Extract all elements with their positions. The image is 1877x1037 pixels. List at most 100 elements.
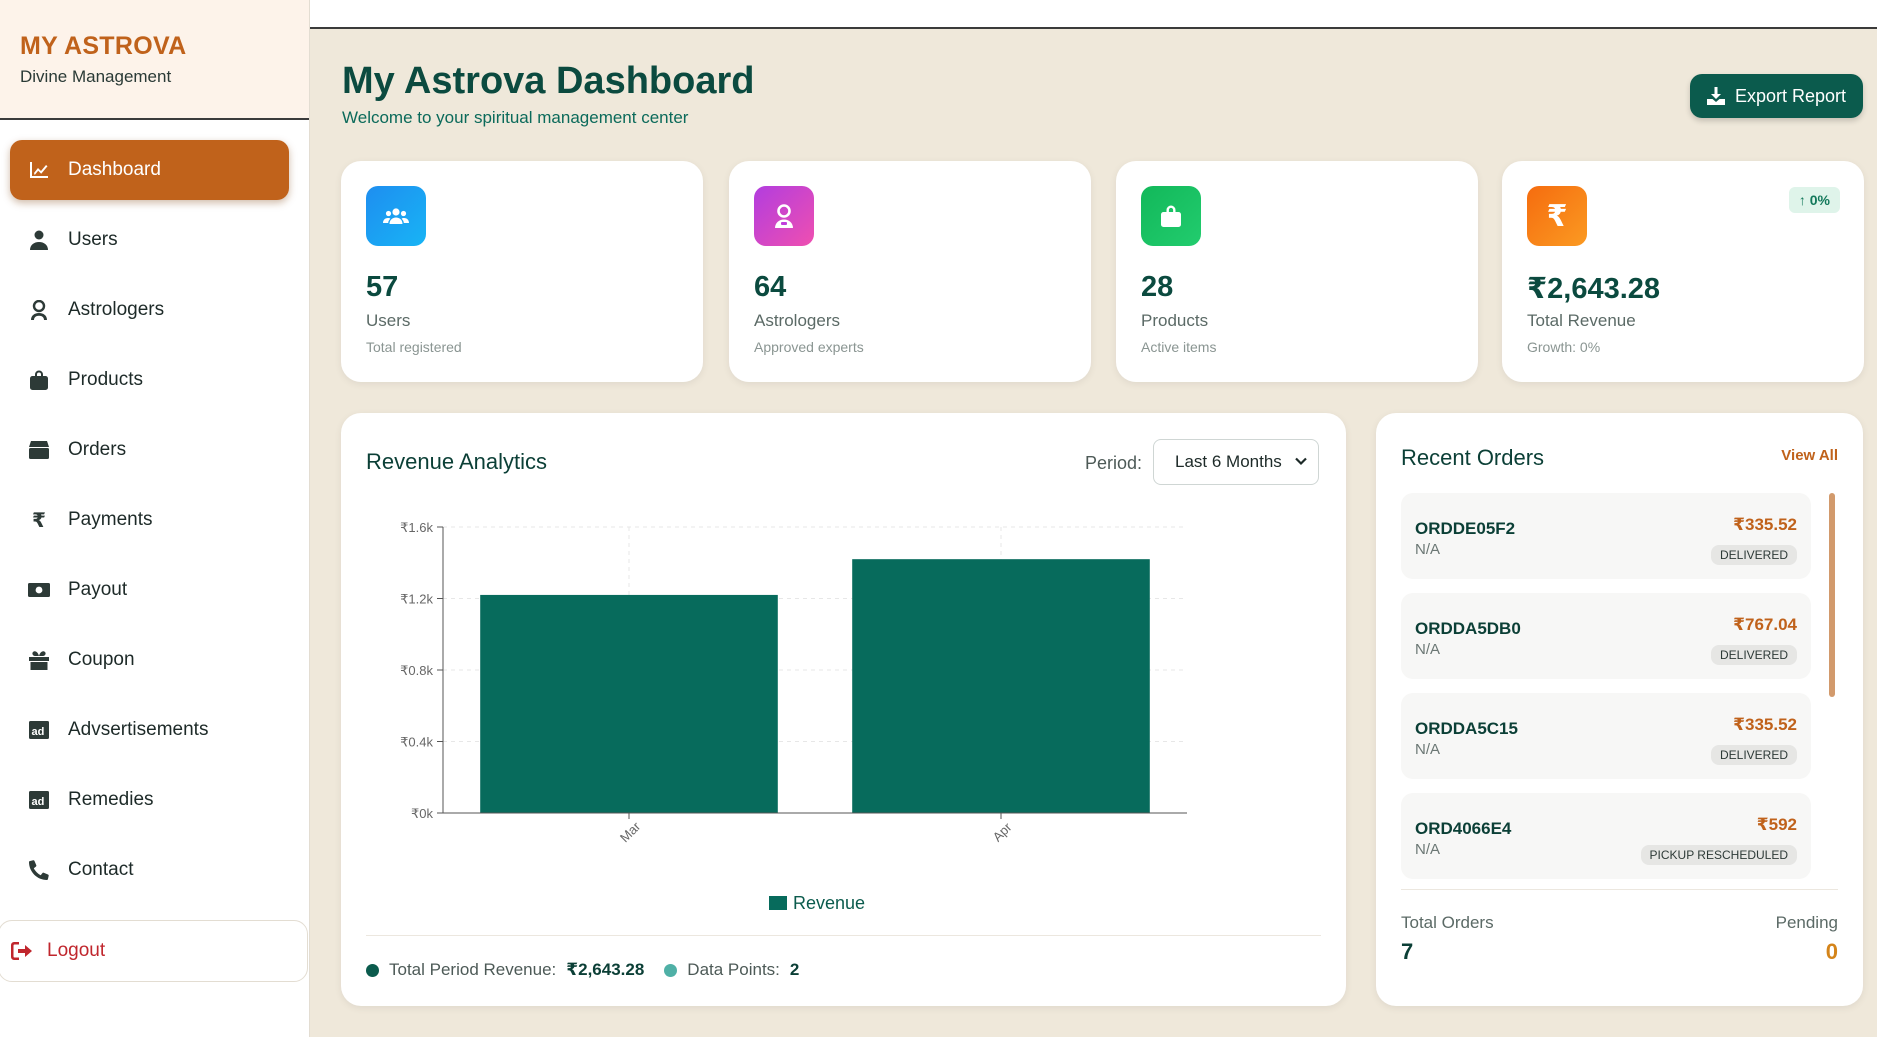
sidebar-item-orders[interactable]: Orders	[10, 420, 289, 480]
sidebar-nav: Dashboard Users Astrologers Products Ord…	[0, 120, 309, 900]
ad-icon: ad	[28, 789, 50, 811]
stat-label: Total Revenue	[1527, 311, 1636, 330]
sidebar-item-advertisements[interactable]: ad Advsertisements	[10, 700, 289, 760]
stat-card-revenue: ₹ ↑ 0% ₹2,643.28 Total Revenue Growth: 0…	[1502, 161, 1864, 382]
order-row[interactable]: ORD4066E4 N/A ₹592 PICKUP RESCHEDULED	[1401, 793, 1811, 879]
export-report-label: Export Report	[1734, 85, 1847, 106]
shopping-bag-icon	[28, 369, 50, 391]
sidebar-item-label: Dashboard	[68, 159, 161, 180]
shopping-bag-icon	[1141, 186, 1201, 246]
sidebar-item-dashboard[interactable]: Dashboard	[10, 140, 289, 200]
sidebar-item-label: Astrologers	[68, 299, 165, 320]
sidebar-item-astrologers[interactable]: Astrologers	[10, 280, 289, 340]
order-customer: N/A	[1415, 641, 1441, 658]
phone-icon	[28, 859, 50, 881]
y-tick-label: ₹1.2k	[400, 592, 433, 607]
stat-value: 57	[366, 271, 399, 303]
sidebar-item-label: Contact	[68, 859, 134, 880]
stat-subtext: Growth: 0%	[1527, 339, 1601, 355]
y-tick-label: ₹0.4k	[400, 735, 433, 750]
revenue-bar-chart: ₹0k ₹0.4k ₹0.8k ₹1.2k ₹1.6k Mar Apr Revenue	[400, 520, 1187, 913]
order-status-badge: DELIVERED	[1710, 745, 1797, 765]
legend-swatch	[769, 896, 787, 910]
x-tick-label: Apr	[990, 819, 1015, 844]
order-customer: N/A	[1415, 541, 1441, 558]
stat-card-users: 57 Users Total registered	[341, 161, 703, 382]
total-period-value: ₹2,643.28	[566, 960, 645, 979]
sidebar-item-label: Remedies	[68, 789, 154, 810]
view-all-link[interactable]: View All	[1781, 447, 1838, 464]
sidebar-item-payout[interactable]: Payout	[10, 560, 289, 620]
sidebar-item-products[interactable]: Products	[10, 350, 289, 410]
orders-scrollbar[interactable]	[1829, 493, 1835, 697]
order-amount: ₹592	[1756, 815, 1797, 834]
brand-subtitle: Divine Management	[20, 67, 172, 86]
order-row[interactable]: ORDDA5DB0 N/A ₹767.04 DELIVERED	[1401, 593, 1811, 679]
money-bill-icon	[28, 579, 50, 601]
sidebar-item-coupon[interactable]: Coupon	[10, 630, 289, 690]
stat-label: Users	[366, 311, 411, 330]
period-select[interactable]: Last 6 Months	[1153, 439, 1319, 485]
sidebar-item-label: Advsertisements	[68, 719, 209, 740]
order-id: ORDDE05F2	[1415, 519, 1516, 538]
order-status-badge: PICKUP RESCHEDULED	[1640, 845, 1797, 865]
logout-button[interactable]: Logout	[0, 920, 308, 982]
order-status-badge: DELIVERED	[1710, 645, 1797, 665]
chart-line-icon	[28, 159, 50, 181]
svg-text:ad: ad	[32, 726, 45, 738]
brand-header: MY ASTROVA Divine Management	[0, 0, 309, 120]
rupee-icon: ₹	[1527, 186, 1587, 246]
stat-label: Astrologers	[754, 311, 840, 330]
sidebar-item-users[interactable]: Users	[10, 210, 289, 270]
data-points-value: 2	[789, 960, 800, 979]
order-id: ORD4066E4	[1415, 819, 1512, 838]
sidebar-item-label: Payments	[68, 509, 153, 530]
sidebar-item-label: Users	[68, 229, 118, 250]
stat-subtext: Active items	[1141, 339, 1217, 355]
order-id: ORDDA5C15	[1415, 719, 1518, 738]
stat-value: ₹2,643.28	[1527, 273, 1661, 305]
order-status-badge: DELIVERED	[1710, 545, 1797, 565]
logout-label: Logout	[47, 940, 106, 961]
sidebar-item-payments[interactable]: ₹ Payments	[10, 490, 289, 550]
top-bar	[310, 0, 1877, 29]
pending-value: 0	[1825, 939, 1838, 964]
stat-value: 64	[754, 271, 787, 303]
sidebar-item-label: Orders	[68, 439, 127, 460]
order-row[interactable]: ORDDE05F2 N/A ₹335.52 DELIVERED	[1401, 493, 1811, 579]
recent-orders-title: Recent Orders	[1401, 445, 1545, 470]
stat-subtext: Total registered	[366, 339, 462, 355]
users-icon	[366, 186, 426, 246]
brand-title: MY ASTROVA	[20, 32, 187, 60]
total-dot	[366, 963, 379, 977]
order-amount: ₹335.52	[1733, 715, 1797, 734]
stat-value: 28	[1141, 271, 1174, 303]
chevron-down-icon	[1295, 457, 1307, 466]
sidebar-item-remedies[interactable]: ad Remedies	[10, 770, 289, 830]
order-row[interactable]: ORDDA5C15 N/A ₹335.52 DELIVERED	[1401, 693, 1811, 779]
orders-list: ORDDE05F2 N/A ₹335.52 DELIVERED ORDDA5DB…	[1401, 493, 1811, 881]
y-tick-label: ₹0.8k	[400, 663, 433, 678]
stat-label: Products	[1141, 311, 1209, 330]
growth-badge: ↑ 0%	[1788, 187, 1840, 213]
data-points-dot	[664, 963, 678, 977]
y-tick-label: ₹1.6k	[400, 520, 433, 535]
revenue-bar	[852, 559, 1150, 813]
revenue-analytics-card: ₹0k ₹0.4k ₹0.8k ₹1.2k ₹1.6k Mar Apr Revenue Rev…	[341, 413, 1346, 1006]
revenue-summary: Total Period Revenue: ₹2,643.28 Data Poi…	[366, 960, 819, 980]
svg-text:ad: ad	[32, 796, 45, 808]
box-icon	[28, 439, 50, 461]
stat-card-astrologers: 64 Astrologers Approved experts	[729, 161, 1091, 382]
sidebar-item-contact[interactable]: Contact	[10, 840, 289, 900]
order-amount: ₹335.52	[1733, 515, 1797, 534]
export-report-button[interactable]: Export Report	[1690, 74, 1863, 118]
total-orders-label: Total Orders	[1401, 913, 1494, 932]
download-icon	[1706, 87, 1725, 105]
revenue-analytics-title: Revenue Analytics	[366, 449, 547, 474]
sidebar-item-label: Products	[68, 369, 143, 390]
stat-card-products: 28 Products Active items	[1116, 161, 1478, 382]
y-tick-label: ₹0k	[411, 806, 434, 821]
rupee-icon: ₹	[32, 509, 46, 532]
astrologer-icon	[754, 186, 814, 246]
gift-icon	[28, 649, 50, 671]
